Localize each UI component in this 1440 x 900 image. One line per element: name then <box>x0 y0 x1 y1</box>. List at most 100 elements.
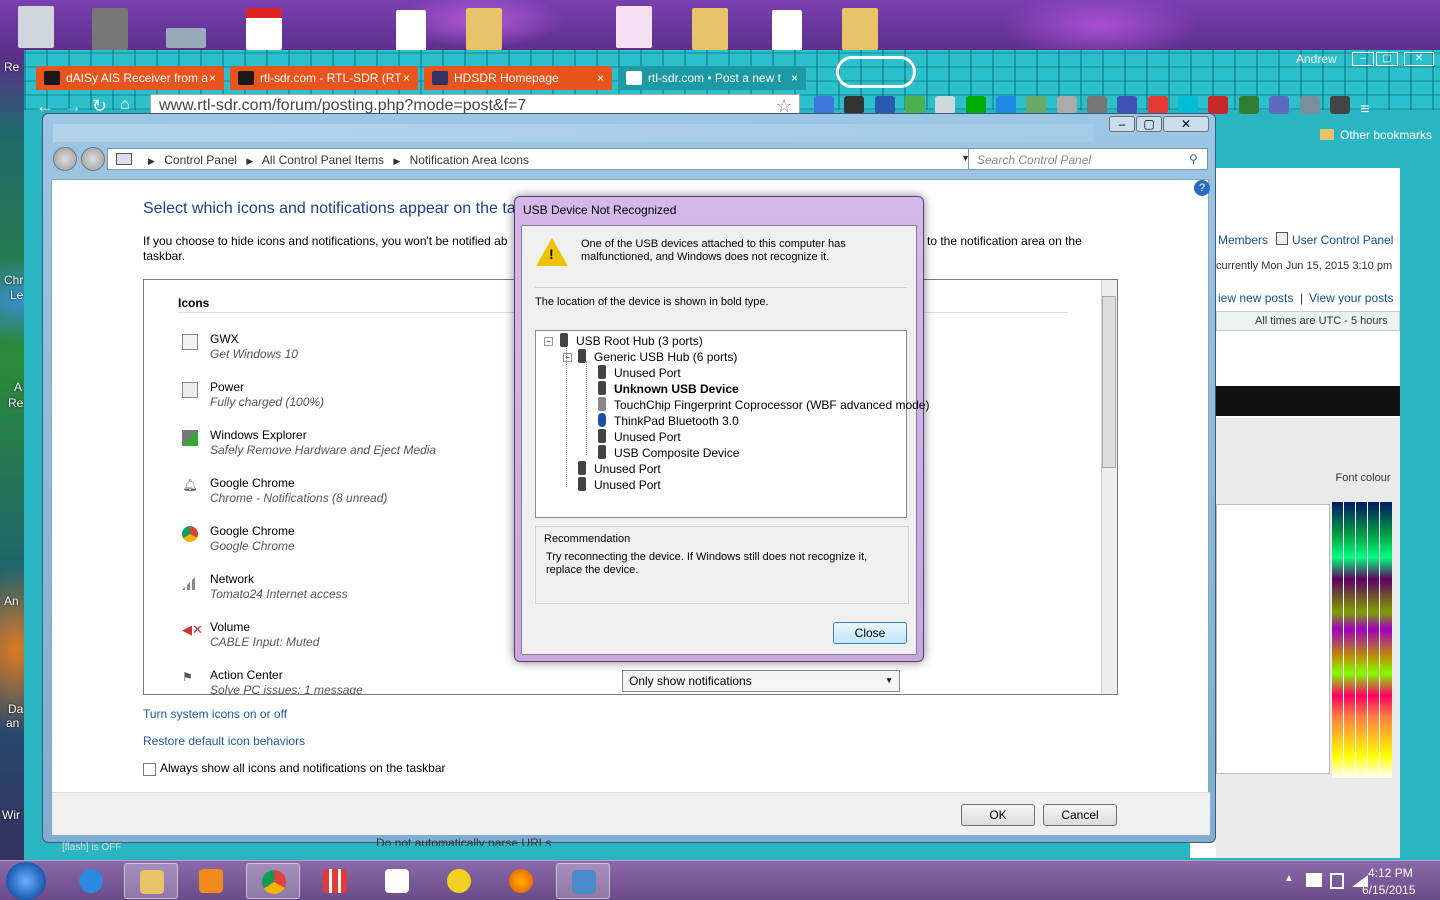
taskbar-control-panel[interactable] <box>556 863 610 899</box>
translate-extension-icon[interactable] <box>814 96 834 114</box>
ok-button[interactable]: OK <box>961 804 1035 826</box>
other-bookmarks[interactable]: Other bookmarks <box>1340 128 1432 142</box>
textarea-resize[interactable] <box>1216 504 1330 774</box>
extension-icon[interactable] <box>996 96 1017 114</box>
search-icon[interactable]: ⚲ <box>1189 152 1198 166</box>
profile-name[interactable]: Andrew <box>1296 52 1337 66</box>
taskbar-firefox[interactable] <box>494 863 548 899</box>
taskbar-apps[interactable] <box>308 863 362 899</box>
user-control-panel-link[interactable]: User Control Panel <box>1292 233 1393 247</box>
cancel-button[interactable]: Cancel <box>1043 804 1117 826</box>
home-icon[interactable]: ⌂ <box>120 96 130 114</box>
turn-system-icons-link[interactable]: Turn system icons on or off <box>143 707 287 721</box>
tab-post-new[interactable]: rtl-sdr.com • Post a new t × <box>618 66 806 90</box>
tab-daisy[interactable]: dAISy AIS Receiver from a × <box>36 66 224 90</box>
members-link[interactable]: Members <box>1218 233 1268 247</box>
extension-icon[interactable] <box>1178 96 1199 114</box>
cat-image-icon[interactable] <box>616 6 652 48</box>
scrollbar-thumb[interactable] <box>1102 296 1116 468</box>
close-icon[interactable]: × <box>403 71 410 85</box>
extension-icon[interactable] <box>1056 96 1077 114</box>
collapse-icon[interactable]: − <box>544 337 553 346</box>
taskbar-notepad[interactable] <box>370 863 424 899</box>
extension-icon[interactable] <box>844 96 865 114</box>
close-icon[interactable]: × <box>597 71 604 85</box>
taskbar-explorer[interactable] <box>124 863 178 899</box>
tree-node[interactable]: Unused Port <box>598 365 681 380</box>
extension-icon[interactable] <box>1238 96 1259 114</box>
forward-button[interactable] <box>81 147 105 171</box>
extension-icon[interactable] <box>1299 96 1320 114</box>
extension-icon[interactable] <box>1269 96 1290 114</box>
recycle-bin-icon[interactable] <box>18 6 54 48</box>
taskbar-media[interactable] <box>184 863 238 899</box>
breadcrumb-all-items[interactable]: All Control Panel Items <box>262 153 384 167</box>
extension-icon[interactable] <box>1087 96 1108 114</box>
usb-device-tree[interactable]: − − USB Root Hub (3 ports) Generic USB H… <box>535 330 929 518</box>
close-button[interactable]: ✕ <box>1404 52 1434 66</box>
tree-node[interactable]: Unused Port <box>578 461 661 476</box>
tab-rtlsdr[interactable]: rtl-sdr.com - RTL-SDR (RT × <box>230 66 418 90</box>
icon-name: GWX <box>210 332 239 346</box>
close-button[interactable]: Close <box>833 622 907 644</box>
close-button[interactable]: ✕ <box>1163 116 1209 132</box>
close-icon[interactable]: × <box>791 71 798 85</box>
document-icon[interactable] <box>772 10 802 52</box>
tab-hdsdr[interactable]: HDSDR Homepage × <box>424 66 612 90</box>
breadcrumb-notification-icons[interactable]: Notification Area Icons <box>410 153 529 167</box>
extension-icon[interactable] <box>935 96 956 114</box>
extension-icon[interactable] <box>1117 96 1138 114</box>
tree-node[interactable]: USB Root Hub (3 ports) <box>560 333 703 348</box>
desktop-photo-icon[interactable] <box>92 8 128 50</box>
minimize-button[interactable]: – <box>1352 52 1374 66</box>
taskbar-tips[interactable] <box>432 863 486 899</box>
folder-icon[interactable] <box>692 8 728 50</box>
tree-node[interactable]: USB Composite Device <box>598 445 739 460</box>
tree-node[interactable]: Unknown USB Device <box>598 381 739 396</box>
windows-flag-icon[interactable] <box>1306 873 1322 887</box>
minimize-button[interactable]: – <box>1109 116 1135 132</box>
desktop-image-icon[interactable] <box>166 28 206 48</box>
start-button[interactable] <box>6 862 46 900</box>
extension-icon[interactable] <box>1208 96 1229 114</box>
tree-node[interactable]: Unused Port <box>598 429 681 444</box>
extension-icon[interactable] <box>874 96 895 114</box>
extension-icon[interactable] <box>1329 96 1350 114</box>
clock-time[interactable]: 4:12 PM <box>1368 866 1413 880</box>
extension-icon[interactable] <box>1147 96 1168 114</box>
pdf-file-icon[interactable] <box>246 8 282 50</box>
tree-node[interactable]: Generic USB Hub (6 ports) <box>578 349 737 364</box>
back-button[interactable] <box>53 147 77 171</box>
always-show-checkbox[interactable] <box>143 763 156 776</box>
tray-arrow-icon[interactable]: ▲ <box>1284 873 1294 884</box>
check-extension-icon[interactable] <box>965 96 986 114</box>
breadcrumb[interactable]: ▶ Control Panel ▶ All Control Panel Item… <box>107 148 1003 170</box>
color-palette[interactable] <box>1332 502 1392 778</box>
extension-icon[interactable] <box>905 96 926 114</box>
extension-icon[interactable] <box>1026 96 1047 114</box>
collapse-icon[interactable]: − <box>563 353 572 362</box>
maximize-button[interactable]: ▢ <box>1136 116 1162 132</box>
network-icon[interactable] <box>1330 873 1344 889</box>
folder-icon[interactable] <box>842 8 878 50</box>
close-icon[interactable]: × <box>209 71 216 85</box>
clock-date[interactable]: 6/15/2015 <box>1362 883 1415 897</box>
your-posts-link[interactable]: View your posts <box>1309 291 1394 305</box>
menu-icon[interactable]: ≡ <box>1360 101 1380 119</box>
new-posts-link[interactable]: iew new posts <box>1218 291 1293 305</box>
scrollbar[interactable] <box>1101 280 1117 694</box>
maximize-button[interactable]: ▢ <box>1376 52 1398 66</box>
document-icon[interactable] <box>396 10 426 52</box>
dialog-body: ! One of the USB devices attached to thi… <box>521 225 929 655</box>
search-input[interactable]: Search Control Panel <box>968 148 1208 170</box>
tree-node[interactable]: TouchChip Fingerprint Coprocessor (WBF a… <box>598 397 929 412</box>
behavior-dropdown[interactable]: Only show notifications ▼ <box>622 670 900 692</box>
restore-defaults-link[interactable]: Restore default icon behaviors <box>143 734 305 748</box>
tree-node[interactable]: Unused Port <box>578 477 661 492</box>
taskbar-chrome[interactable] <box>246 863 300 899</box>
folder-icon[interactable] <box>466 8 502 50</box>
taskbar-ie[interactable] <box>64 863 118 899</box>
tree-node[interactable]: ThinkPad Bluetooth 3.0 <box>598 413 739 428</box>
breadcrumb-control-panel[interactable]: Control Panel <box>164 153 237 167</box>
help-icon[interactable]: ? <box>1194 180 1210 196</box>
